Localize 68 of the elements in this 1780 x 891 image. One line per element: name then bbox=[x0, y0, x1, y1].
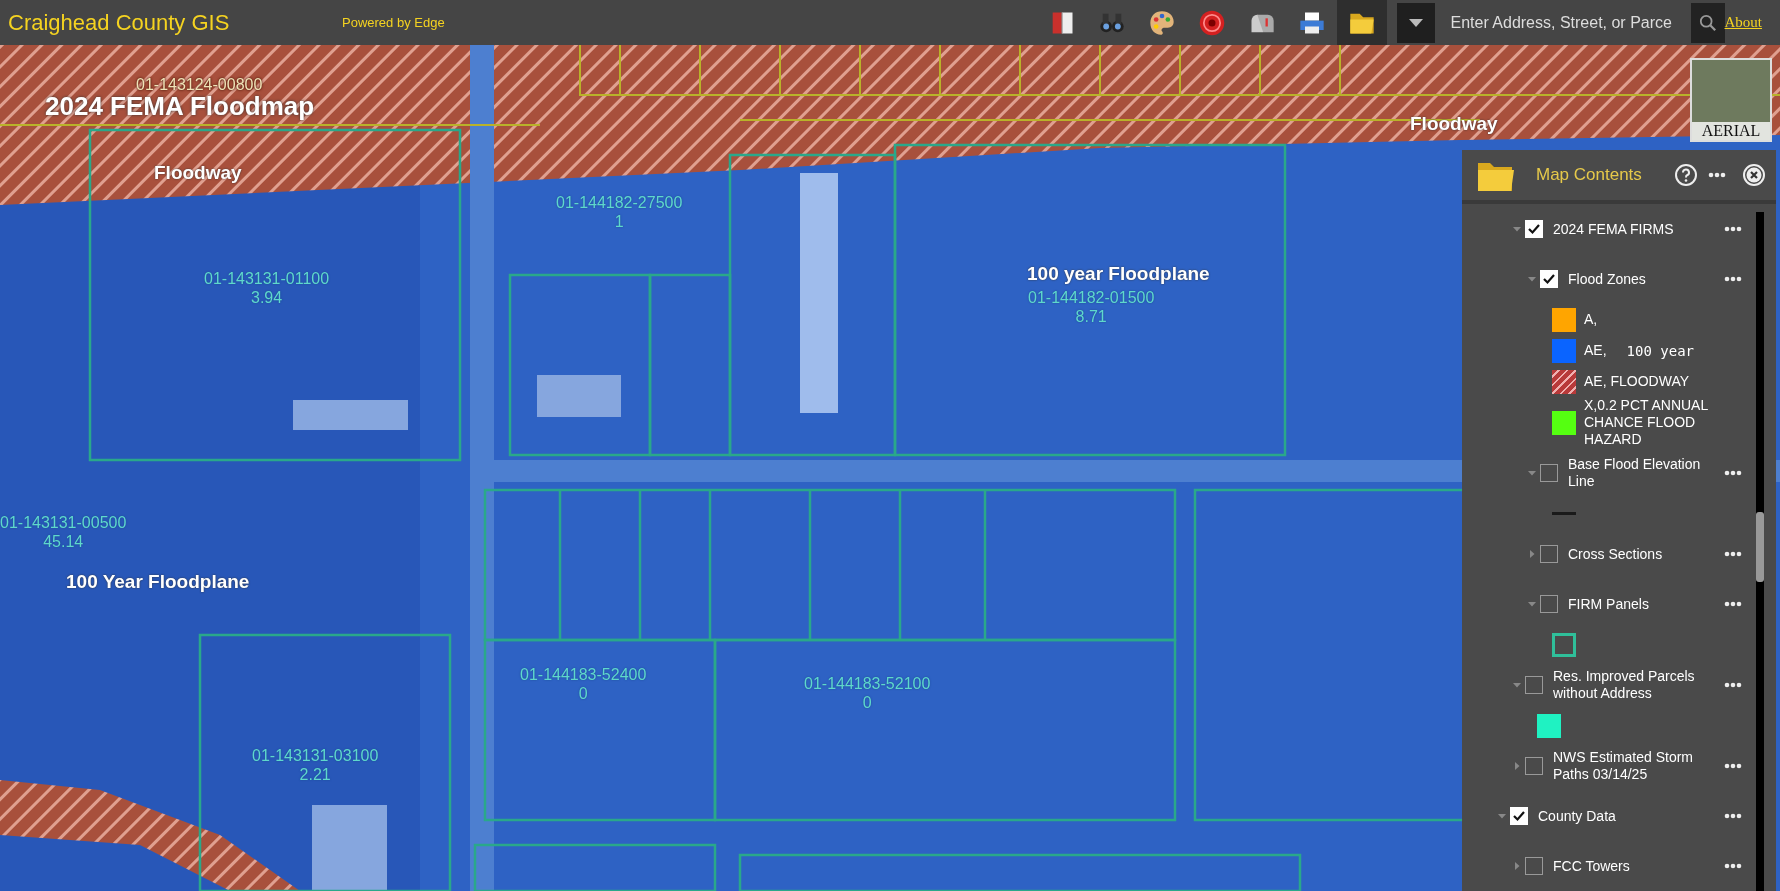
panel-title: Map Contents bbox=[1536, 165, 1643, 185]
caret-icon[interactable] bbox=[1528, 275, 1536, 283]
layer-name: 2024 FEMA FIRMS bbox=[1553, 220, 1675, 238]
more-options-icon[interactable] bbox=[1724, 470, 1742, 476]
scrollbar[interactable] bbox=[1756, 212, 1764, 891]
more-options-icon[interactable] bbox=[1708, 172, 1726, 178]
search-icon bbox=[1698, 13, 1717, 32]
layer-name: FCC Towers bbox=[1553, 857, 1631, 875]
record-icon bbox=[1197, 8, 1226, 37]
caret-icon[interactable] bbox=[1498, 812, 1506, 820]
close-icon[interactable] bbox=[1742, 163, 1766, 187]
parcel-label: 01-143131-00500 45.14 bbox=[0, 513, 127, 551]
parcel-label: 01-144182-01500 8.71 bbox=[1028, 288, 1155, 326]
layer-name: County Data bbox=[1538, 807, 1617, 825]
layer-checkbox[interactable] bbox=[1525, 676, 1543, 694]
layer-checkbox[interactable] bbox=[1525, 757, 1543, 775]
parcel-label: 01-144183-52400 0 bbox=[520, 665, 647, 703]
more-options-icon[interactable] bbox=[1724, 551, 1742, 557]
caret-icon[interactable] bbox=[1528, 550, 1536, 558]
layer-checkbox[interactable] bbox=[1540, 545, 1558, 563]
dropdown-button[interactable] bbox=[1396, 2, 1435, 43]
layer-checkbox[interactable] bbox=[1540, 595, 1558, 613]
app-title: Craighead County GIS bbox=[8, 9, 231, 36]
search-button[interactable] bbox=[1690, 2, 1725, 43]
legend-label: X,0.2 PCT ANNUAL CHANCE FLOOD HAZARD bbox=[1584, 397, 1709, 448]
zone-label: 100 year Floodplane bbox=[1027, 263, 1210, 285]
caret-icon[interactable] bbox=[1513, 681, 1521, 689]
layer-name: Res. Improved Parcels without Address bbox=[1553, 668, 1696, 702]
basemap-toggle-button[interactable]: AERIAL bbox=[1690, 58, 1772, 142]
map-title: 2024 FEMA Floodmap bbox=[45, 91, 315, 122]
parcel-label: 01-143131-01100 3.94 bbox=[204, 269, 330, 307]
more-options-icon[interactable] bbox=[1724, 601, 1742, 607]
more-options-icon[interactable] bbox=[1724, 813, 1742, 819]
caret-icon[interactable] bbox=[1513, 862, 1521, 870]
zone-label: Floodway bbox=[1410, 113, 1498, 135]
layer-name: Cross Sections bbox=[1568, 545, 1664, 563]
layer-name: Base Flood Elevation Line bbox=[1568, 456, 1702, 490]
legend-label: AE, FLOODWAY bbox=[1584, 373, 1689, 390]
more-options-icon[interactable] bbox=[1724, 276, 1742, 282]
caret-icon[interactable] bbox=[1528, 600, 1536, 608]
legend-label: AE, bbox=[1584, 342, 1607, 359]
more-options-icon[interactable] bbox=[1724, 682, 1742, 688]
legend-note: 100 year bbox=[1626, 342, 1694, 359]
layer-checkbox[interactable] bbox=[1525, 857, 1543, 875]
palette-icon bbox=[1147, 8, 1176, 37]
parcel-label: 01-143131-03100 2.21 bbox=[252, 746, 379, 784]
more-options-icon[interactable] bbox=[1724, 863, 1742, 869]
caret-icon[interactable] bbox=[1513, 225, 1521, 233]
search-field[interactable]: Enter Address, Street, or Parce bbox=[1440, 3, 1691, 42]
parcel-label: 01-144183-52100 0 bbox=[804, 674, 931, 712]
caret-icon bbox=[1408, 18, 1423, 27]
zone-label: Floodway bbox=[154, 162, 242, 184]
layer-name: NWS Estimated Storm Paths 03/14/25 bbox=[1553, 749, 1695, 783]
layer-name: FIRM Panels bbox=[1568, 595, 1650, 613]
layer-name: Flood Zones bbox=[1568, 270, 1647, 288]
help-icon[interactable] bbox=[1674, 163, 1698, 187]
more-options-icon[interactable] bbox=[1724, 226, 1742, 232]
zone-label: 100 Year Floodplane bbox=[66, 571, 250, 593]
caret-icon[interactable] bbox=[1513, 762, 1521, 770]
more-options-icon[interactable] bbox=[1724, 763, 1742, 769]
layer-checkbox[interactable] bbox=[1540, 464, 1558, 482]
caret-icon[interactable] bbox=[1528, 469, 1536, 477]
scroll-thumb[interactable] bbox=[1756, 512, 1764, 582]
toolbar-button[interactable] bbox=[1336, 0, 1387, 45]
legend-label: A, bbox=[1584, 311, 1598, 328]
parcel-label: 01-144182-27500 1 bbox=[556, 193, 683, 231]
about-link[interactable]: About bbox=[1724, 14, 1762, 31]
powered-by-text: Powered by Edge bbox=[342, 15, 446, 30]
